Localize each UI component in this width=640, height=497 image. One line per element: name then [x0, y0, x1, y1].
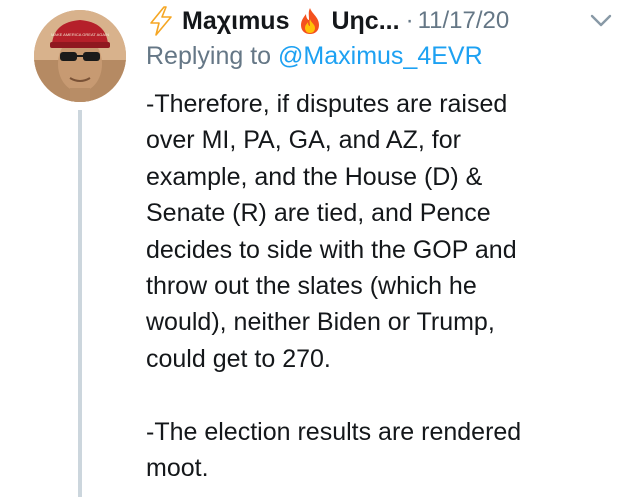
body-line: throw out the slates (which he — [146, 272, 477, 301]
body-line: Senate (R) are tied, and Pence — [146, 199, 491, 228]
tweet-body: -Therefore, if disputes are raised over … — [146, 86, 616, 486]
body-line: moot. — [146, 454, 209, 483]
tweet-date[interactable]: 11/17/20 — [418, 7, 510, 35]
thread-line — [78, 110, 82, 497]
body-line: example, and the House (D) & — [146, 162, 483, 191]
body-line: over MI, PA, GA, and AZ, for — [146, 126, 461, 155]
body-line: -Therefore, if disputes are raised — [146, 90, 508, 118]
body-line: would), neither Biden or Trump, — [146, 308, 495, 337]
replying-to: Replying to @Maximus_4EVR — [146, 42, 483, 71]
body-line: decides to side with the GOP and — [146, 235, 517, 264]
avatar-column: MAKE AMERICA GREAT AGAIN — [34, 0, 126, 497]
reply-handle-link[interactable]: @Maximus_4EVR — [278, 42, 483, 70]
separator-dot: · — [405, 7, 414, 34]
avatar-image: MAKE AMERICA GREAT AGAIN — [34, 10, 126, 102]
lightning-emoji-icon — [146, 6, 176, 36]
tweet[interactable]: MAKE AMERICA GREAT AGAIN Maχιmus Uηc... … — [0, 0, 640, 497]
avatar[interactable]: MAKE AMERICA GREAT AGAIN — [34, 10, 126, 102]
tweet-header: Maχιmus Uηc... · 11/17/20 — [146, 4, 616, 38]
replying-to-label: Replying to — [146, 42, 272, 70]
body-line: could get to 270. — [146, 344, 331, 373]
body-line: -The election results are rendered — [146, 417, 522, 446]
hat-text: MAKE AMERICA GREAT AGAIN — [51, 32, 109, 37]
fire-emoji-icon — [295, 6, 325, 36]
display-name-suffix[interactable]: Uηc... — [331, 7, 399, 36]
chevron-down-icon[interactable] — [590, 14, 612, 28]
display-name[interactable]: Maχιmus — [182, 7, 289, 36]
